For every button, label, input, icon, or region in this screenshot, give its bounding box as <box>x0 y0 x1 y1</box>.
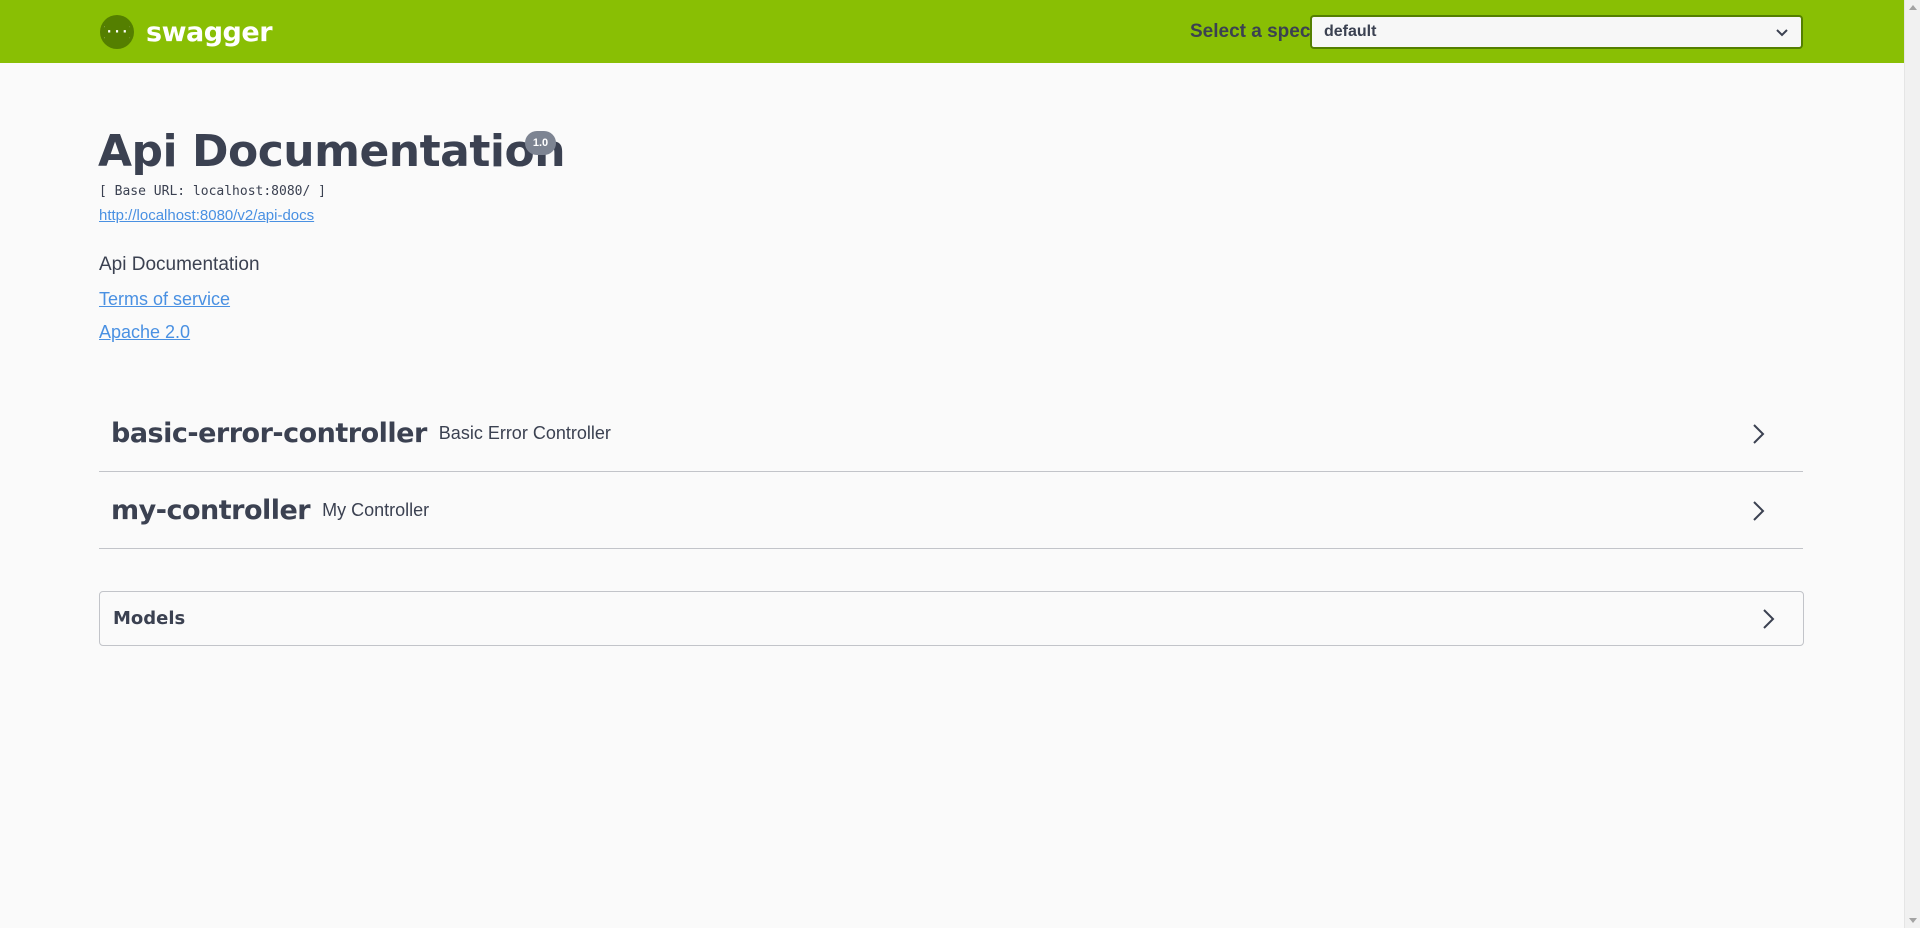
spec-select-value: default <box>1324 23 1377 40</box>
tag-section-my-controller[interactable]: my-controller My Controller <box>99 473 1803 549</box>
svg-text:{···}: {···} <box>104 25 130 40</box>
spec-label: Select a spec <box>1190 21 1311 42</box>
vertical-scrollbar[interactable] <box>1904 0 1920 928</box>
spec-select[interactable]: default <box>1310 15 1803 49</box>
license-link[interactable]: Apache 2.0 <box>99 322 190 343</box>
chevron-right-icon[interactable] <box>1761 607 1775 636</box>
models-title: Models <box>113 608 186 629</box>
tag-description: Basic Error Controller <box>438 423 611 443</box>
chevron-right-icon[interactable] <box>1751 499 1765 528</box>
tag-description: My Controller <box>322 500 430 520</box>
chevron-down-icon <box>1775 26 1789 44</box>
tag-section-basic-error-controller[interactable]: basic-error-controller Basic Error Contr… <box>99 396 1803 472</box>
page-title: Api Documentation <box>98 126 566 177</box>
chevron-right-icon[interactable] <box>1751 422 1765 451</box>
scroll-up-arrow-icon[interactable] <box>1909 5 1917 10</box>
api-description: Api Documentation <box>99 254 260 275</box>
api-docs-link[interactable]: http://localhost:8080/v2/api-docs <box>99 207 314 224</box>
topbar: {···} swagger Select a spec default <box>0 0 1904 63</box>
swagger-logo[interactable]: {···} swagger <box>100 15 273 49</box>
models-section[interactable]: Models <box>99 591 1804 646</box>
tag-name: my-controller <box>111 495 311 526</box>
swagger-logo-text: swagger <box>146 16 273 48</box>
terms-of-service-link[interactable]: Terms of service <box>99 289 230 310</box>
version-badge: 1.0 <box>525 131 556 155</box>
base-url: [ Base URL: localhost:8080/ ] <box>99 184 326 199</box>
swagger-logo-icon: {···} <box>100 15 134 49</box>
tag-name: basic-error-controller <box>111 418 427 449</box>
scroll-down-arrow-icon[interactable] <box>1909 918 1917 923</box>
